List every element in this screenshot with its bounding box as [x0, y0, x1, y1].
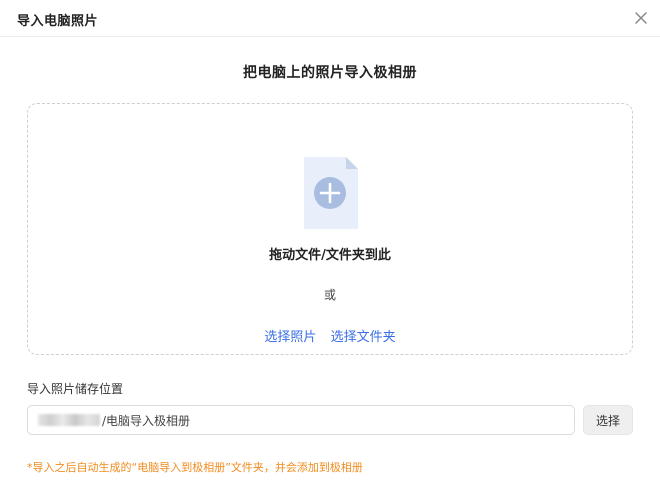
select-links: 选择照片 选择文件夹: [28, 326, 632, 345]
storage-location-label: 导入照片储存位置: [27, 382, 124, 396]
storage-path-text: /电脑导入极相册: [102, 413, 191, 428]
page-title: 把电脑上的照片导入极相册: [243, 65, 417, 81]
or-separator: 或: [323, 288, 336, 302]
import-photos-dialog: 导入电脑照片 把电脑上的照片导入极相册 拖动文件/文件夹到此 或 选择照片 选择…: [0, 0, 660, 495]
redacted-path: [38, 414, 100, 426]
close-icon[interactable]: [632, 9, 650, 27]
select-folder-link[interactable]: 选择文件夹: [331, 330, 396, 345]
file-add-icon: [302, 155, 360, 231]
choose-location-button[interactable]: 选择: [583, 405, 633, 435]
select-photos-link[interactable]: 选择照片: [264, 330, 316, 345]
import-note: *导入之后自动生成的“电脑导入到极相册”文件夹，并会添加到极相册: [27, 461, 363, 474]
dialog-header: 导入电脑照片: [0, 0, 660, 37]
drop-instruction: 拖动文件/文件夹到此: [269, 248, 391, 263]
drop-zone[interactable]: 拖动文件/文件夹到此 或 选择照片 选择文件夹: [27, 103, 633, 355]
dialog-title: 导入电脑照片: [17, 14, 99, 29]
storage-path-field[interactable]: /电脑导入极相册: [27, 405, 575, 435]
